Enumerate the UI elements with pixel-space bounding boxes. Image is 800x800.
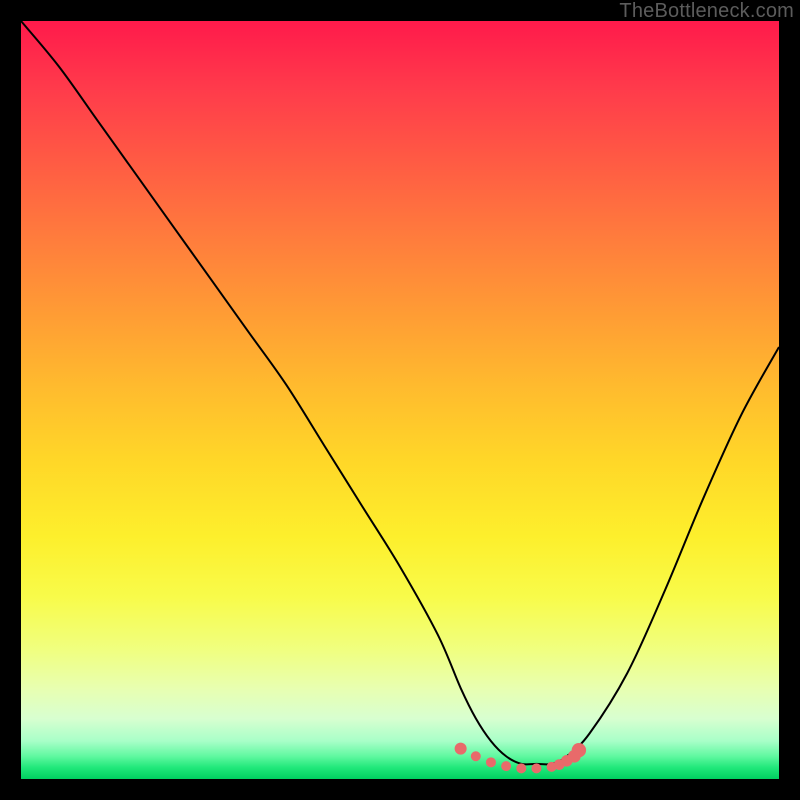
optimal-marker <box>471 751 481 761</box>
chart-frame <box>21 21 779 779</box>
optimal-marker <box>531 763 541 773</box>
optimal-marker <box>572 743 586 757</box>
bottleneck-chart <box>21 21 779 779</box>
optimal-range-markers <box>455 743 586 774</box>
bottleneck-curve <box>21 21 779 764</box>
optimal-marker <box>516 763 526 773</box>
optimal-marker <box>455 743 467 755</box>
watermark-text: TheBottleneck.com <box>619 0 794 23</box>
optimal-marker <box>501 761 511 771</box>
optimal-marker <box>486 757 496 767</box>
